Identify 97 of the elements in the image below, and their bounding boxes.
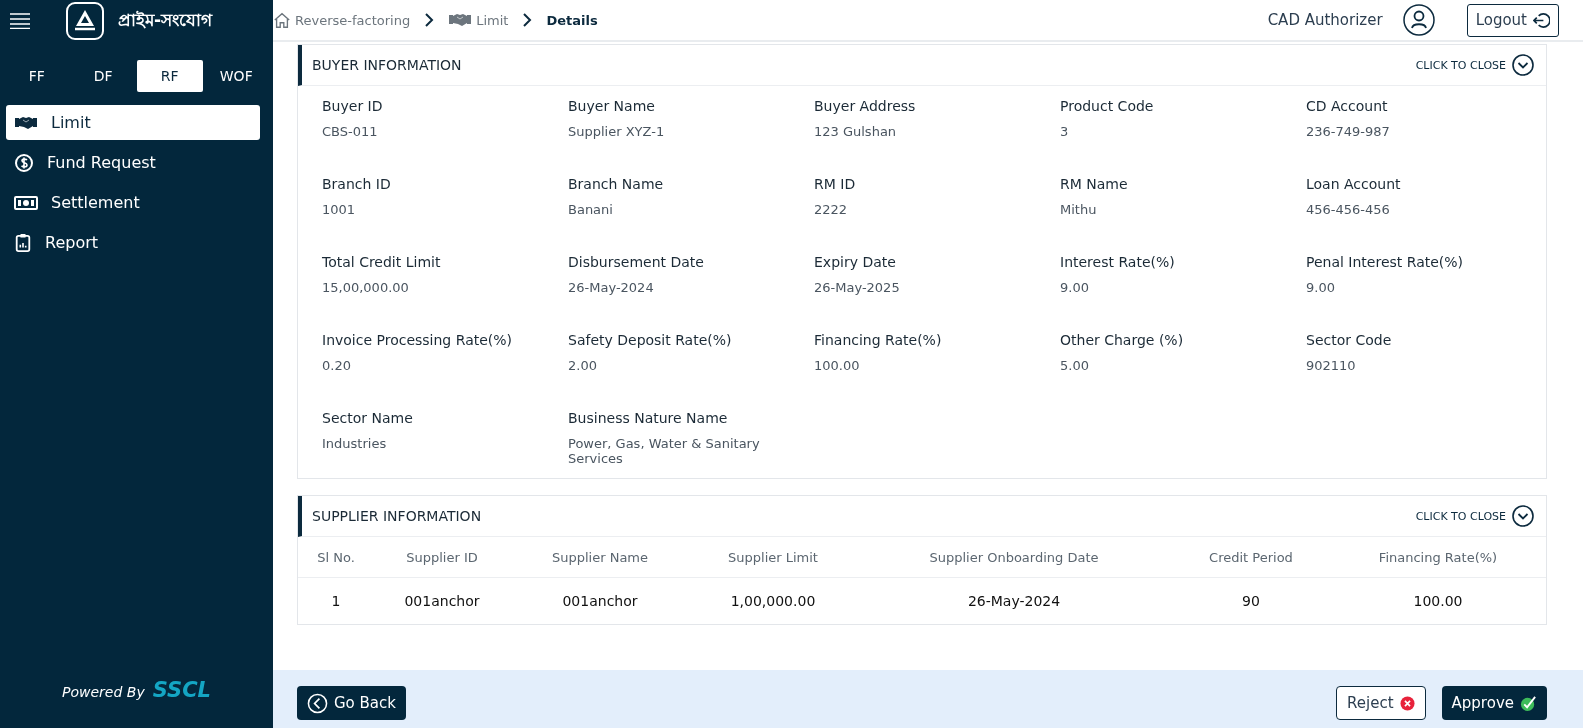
- field-label: Safety Deposit Rate(%): [568, 332, 733, 348]
- logo-icon: [66, 2, 104, 40]
- module-tab[interactable]: FF: [4, 60, 70, 92]
- field-value: Supplier XYZ-1: [568, 124, 666, 139]
- module-tab[interactable]: RF: [137, 60, 203, 92]
- field-value: 5.00: [1060, 358, 1090, 373]
- field-label: Branch ID: [322, 176, 392, 192]
- chevron-circle-icon: [1512, 505, 1534, 527]
- field-value: 26-May-2025: [814, 280, 901, 295]
- field-label: Expiry Date: [814, 254, 897, 270]
- field-label: Product Code: [1060, 98, 1155, 114]
- table-cell-text: 100.00: [1412, 593, 1464, 609]
- breadcrumb-link[interactable]: Reverse-factoring: [273, 11, 411, 29]
- column-header: Supplier Limit: [727, 549, 819, 565]
- column-header: Supplier ID: [405, 549, 479, 565]
- field-value: 236-749-987: [1306, 124, 1391, 139]
- field-label: Business Nature Name: [568, 410, 729, 426]
- field-label: Other Charge (%): [1060, 332, 1185, 348]
- field-label: Financing Rate(%): [814, 332, 943, 348]
- user-role: CAD Authorizer: [1267, 11, 1383, 29]
- field-label: Penal Interest Rate(%): [1306, 254, 1465, 270]
- field-label: CD Account: [1306, 98, 1389, 114]
- brand-name: প্রাইম-সংযোগ: [118, 9, 213, 32]
- dollar-circle-icon: [14, 152, 34, 173]
- table-cell-text: 26-May-2024: [966, 593, 1062, 609]
- field-value: 902110: [1306, 358, 1357, 373]
- field-value: 9.00: [1060, 280, 1090, 295]
- menu-icon[interactable]: [10, 13, 30, 29]
- chevron-circle-icon: [1512, 54, 1534, 76]
- logout-button[interactable]: Logout: [1466, 3, 1559, 37]
- column-header: Supplier Name: [550, 549, 649, 565]
- field-label: Branch Name: [568, 176, 665, 192]
- section-title: SUPPLIER INFORMATION: [312, 508, 482, 524]
- field-value: Industries: [322, 436, 388, 451]
- column-header: Sl No.: [316, 549, 356, 565]
- approve-button[interactable]: Approve: [1441, 686, 1547, 720]
- column-header: Credit Period: [1208, 549, 1294, 565]
- close-circle-icon: [1399, 695, 1415, 711]
- field-label: Invoice Processing Rate(%): [322, 332, 514, 348]
- chevron-right-icon: [424, 13, 435, 27]
- field-value: 0.20: [322, 358, 352, 373]
- breadcrumb-current: Details: [546, 12, 598, 28]
- collapse-toggle[interactable]: CLICK TO CLOSE: [1409, 53, 1540, 77]
- field-label: Disbursement Date: [568, 254, 705, 270]
- collapse-toggle[interactable]: CLICK TO CLOSE: [1409, 504, 1540, 528]
- powered-by-label: Powered By: [62, 684, 145, 700]
- section-title: BUYER INFORMATION: [312, 57, 462, 73]
- table-cell-text: 001anchor: [561, 593, 639, 609]
- reject-button[interactable]: Reject: [1336, 686, 1426, 720]
- column-header: Supplier Onboarding Date: [928, 549, 1100, 565]
- sidebar-item[interactable]: Settlement: [6, 185, 260, 220]
- field-label: RM ID: [814, 176, 857, 192]
- field-label: Total Credit Limit: [322, 254, 442, 270]
- handshake-icon: [448, 12, 473, 28]
- field-label: Sector Name: [322, 410, 414, 426]
- table-cell-text: 001anchor: [403, 593, 481, 609]
- field-value: 3: [1060, 124, 1070, 139]
- banknote-icon: [14, 194, 38, 211]
- logout-icon: [1533, 11, 1550, 29]
- field-label: Buyer Address: [814, 98, 917, 114]
- column-header: Financing Rate(%): [1377, 549, 1499, 565]
- home-icon: [273, 11, 291, 29]
- field-value: Banani: [568, 202, 614, 217]
- field-value: Power, Gas, Water & Sanitary Services: [568, 436, 761, 466]
- user-avatar-icon[interactable]: [1402, 4, 1435, 36]
- field-label: RM Name: [1060, 176, 1129, 192]
- check-icon: [1520, 694, 1537, 712]
- go-back-button[interactable]: Go Back: [297, 686, 406, 720]
- field-value: 123 Gulshan: [814, 124, 898, 139]
- breadcrumb-link[interactable]: Limit: [448, 12, 509, 28]
- handshake-icon: [14, 114, 38, 131]
- field-label: Buyer ID: [322, 98, 384, 114]
- table-cell-text: 90: [1241, 593, 1261, 609]
- chevron-right-icon: [522, 13, 533, 27]
- field-label: Interest Rate(%): [1060, 254, 1176, 270]
- field-value: 26-May-2024: [568, 280, 655, 295]
- field-value: 9.00: [1306, 280, 1336, 295]
- table-cell-text: 1,00,000.00: [729, 593, 817, 609]
- field-value: Mithu: [1060, 202, 1098, 217]
- field-label: Sector Code: [1306, 332, 1393, 348]
- table-cell-text: 1: [330, 593, 342, 609]
- field-value: 2.00: [568, 358, 598, 373]
- field-value: 15,00,000.00: [322, 280, 410, 295]
- field-label: Loan Account: [1306, 176, 1402, 192]
- clipboard-icon: [14, 232, 32, 253]
- sidebar-item[interactable]: Limit: [6, 105, 260, 140]
- sidebar-item[interactable]: Report: [6, 225, 260, 260]
- module-tab[interactable]: WOF: [203, 60, 269, 92]
- field-value: CBS-011: [322, 124, 379, 139]
- company-logo-text: SSCL: [152, 678, 211, 702]
- field-label: Buyer Name: [568, 98, 656, 114]
- field-value: 2222: [814, 202, 849, 217]
- field-value: 1001: [322, 202, 357, 217]
- field-value: 456-456-456: [1306, 202, 1391, 217]
- sidebar-item[interactable]: Fund Request: [6, 145, 260, 180]
- field-value: 100.00: [814, 358, 861, 373]
- module-tab[interactable]: DF: [70, 60, 136, 92]
